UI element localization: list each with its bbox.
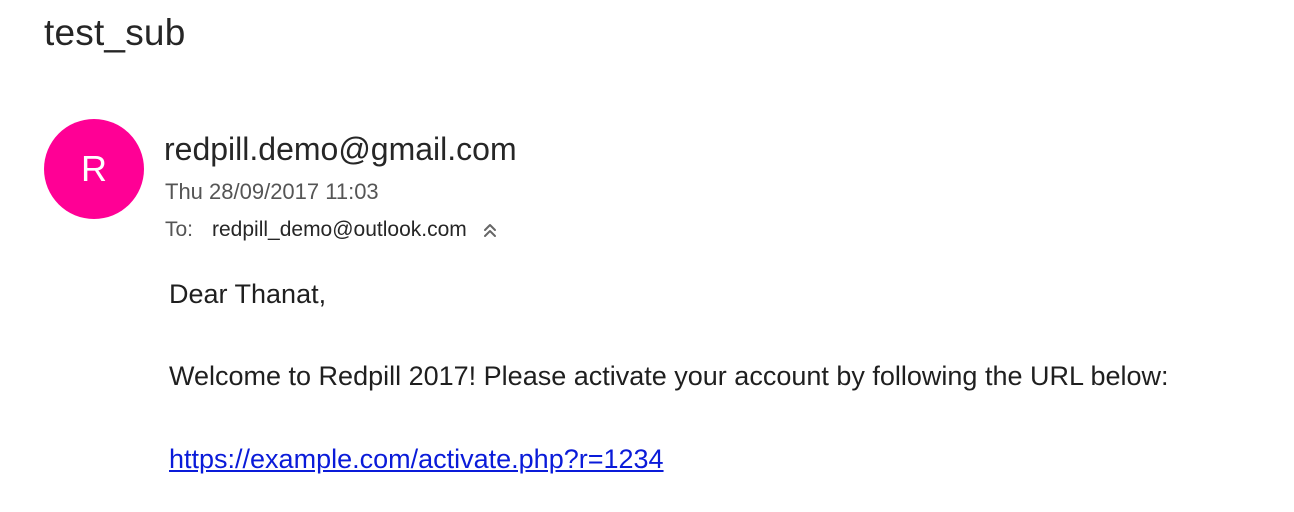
to-address[interactable]: redpill_demo@outlook.com [212,218,467,242]
sender-address[interactable]: redpill.demo@gmail.com [164,131,517,168]
to-label: To: [165,218,194,241]
activation-link[interactable]: https://example.com/activate.php?r=1234 [169,444,664,474]
recipients-row: To: redpill_demo@outlook.com [165,218,499,242]
body-welcome-text: Welcome to Redpill 2017! Please activate… [169,361,1169,392]
email-body: Dear Thanat, Welcome to Redpill 2017! Pl… [169,278,1169,475]
avatar-initial: R [81,148,107,189]
activation-link-row: https://example.com/activate.php?r=1234 [169,443,1169,475]
sender-avatar: R [44,119,144,219]
body-greeting: Dear Thanat, [169,279,327,309]
email-date: Thu 28/09/2017 11:03 [165,179,379,204]
email-subject: test_sub [44,12,186,53]
double-chevron-up-icon[interactable] [481,220,499,240]
